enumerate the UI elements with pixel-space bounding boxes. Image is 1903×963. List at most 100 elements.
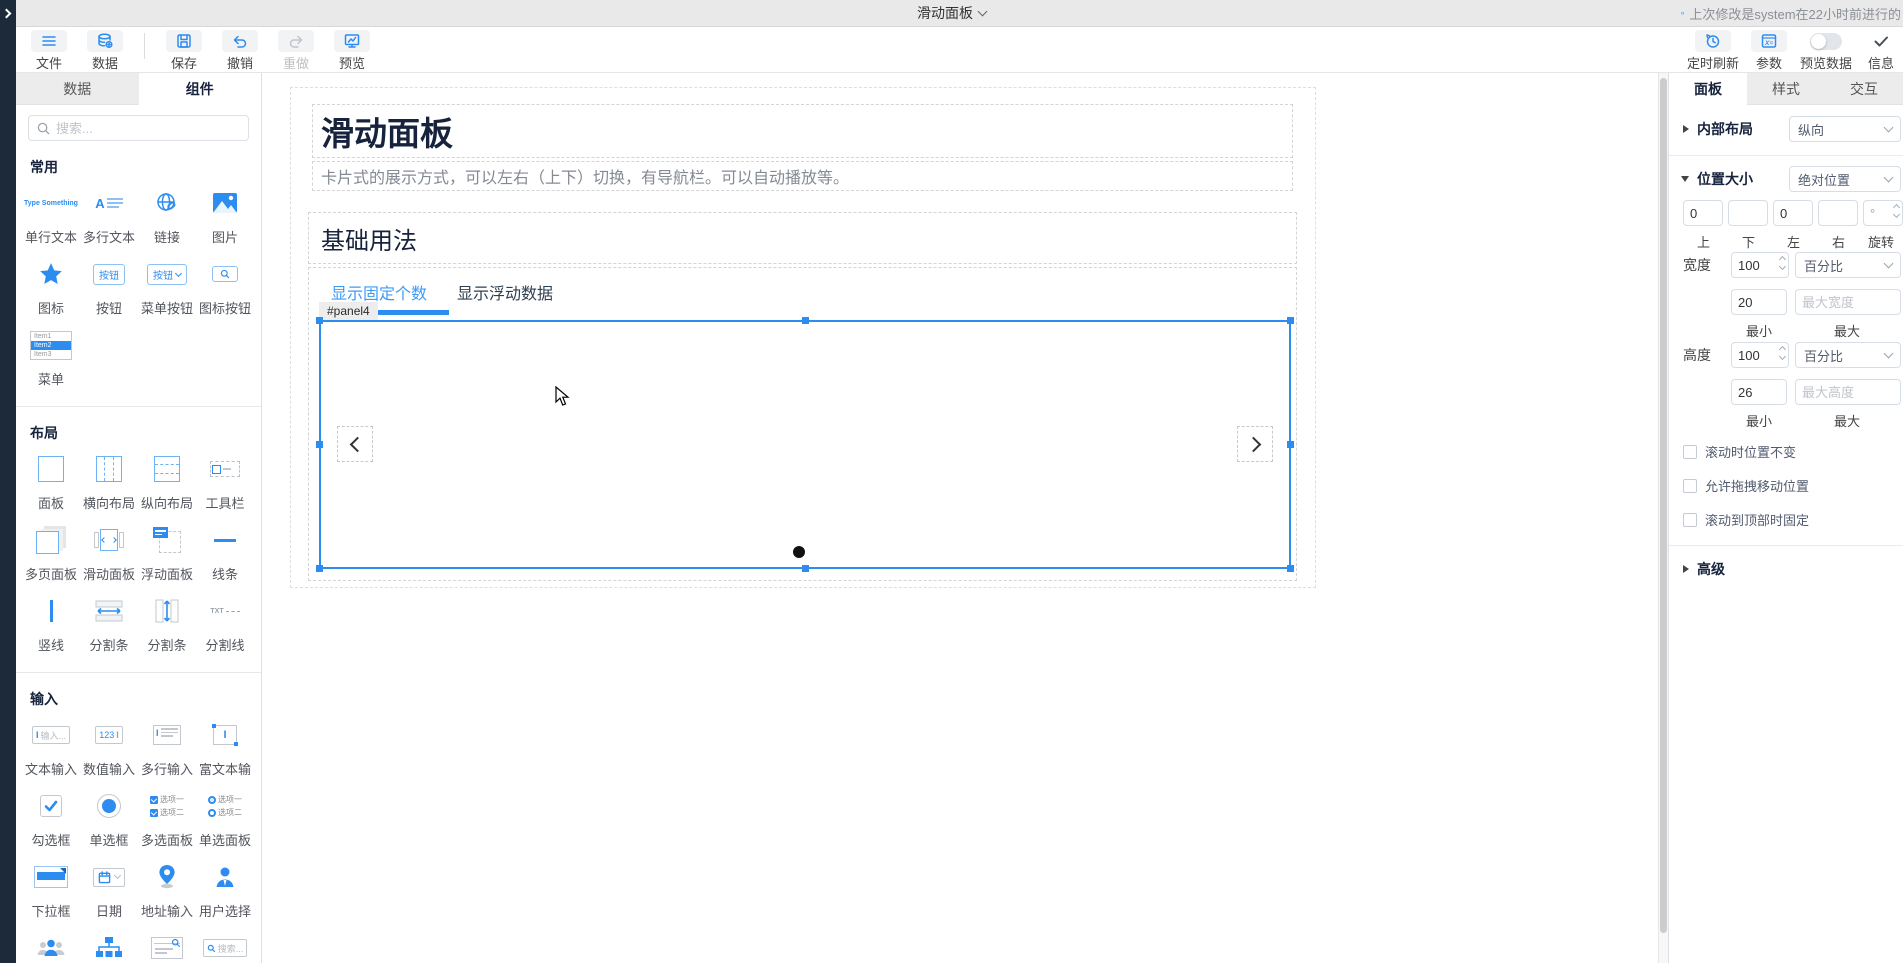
search-input[interactable] (56, 120, 226, 136)
checkbox-allow-drag[interactable]: 允许拖拽移动位置 (1683, 476, 1809, 495)
height-min-input[interactable] (1731, 379, 1787, 405)
resize-handle-ne[interactable] (1287, 317, 1294, 324)
component-item-richtext[interactable]: I 富文本输 (196, 711, 254, 782)
component-item-address[interactable]: 地址输入 (138, 853, 196, 924)
info-button[interactable]: 信息 (1861, 27, 1901, 72)
component-item-date[interactable]: 日期 (80, 853, 138, 924)
carousel-prev-button[interactable] (337, 426, 373, 462)
tab-style[interactable]: 样式 (1747, 73, 1825, 105)
timed-refresh-button[interactable]: 定时刷新 (1683, 27, 1743, 72)
component-item-panel[interactable]: 面板 (22, 445, 80, 516)
preview-data-toggle[interactable]: 预览数据 (1795, 27, 1857, 72)
component-item-multi-text[interactable]: A 多行文本 (80, 179, 138, 250)
checkbox-icon[interactable] (1683, 478, 1697, 493)
component-item-search-box[interactable]: 搜索... 搜索框 (196, 924, 254, 963)
component-item-line[interactable]: 线条 (196, 516, 254, 587)
width-max-input[interactable] (1795, 289, 1901, 315)
width-unit-select[interactable]: 百分比 (1795, 252, 1901, 278)
component-item-org-select[interactable]: 机构选择 (80, 924, 138, 963)
height-max-input[interactable] (1795, 379, 1901, 405)
component-item-check-panel[interactable]: 选项一 选项二 多选面板 (138, 782, 196, 853)
component-item-hsplitter[interactable]: 分割条 (80, 587, 138, 658)
component-item-icon-button[interactable]: 图标按钮 (196, 250, 254, 321)
resize-handle-s[interactable] (802, 565, 809, 572)
component-item-vline[interactable]: 竖线 (22, 587, 80, 658)
tabs-panel-block[interactable]: 显示固定个数 显示浮动数据 #panel4 (308, 267, 1297, 581)
document-title[interactable]: 滑动面板 (917, 3, 988, 23)
resize-handle-sw[interactable] (316, 565, 323, 572)
width-value-input[interactable] (1731, 252, 1789, 278)
toggle-switch-icon[interactable] (1810, 32, 1842, 50)
rotate-input[interactable]: ° (1863, 200, 1903, 226)
component-item-textarea[interactable]: I 多行输入 (138, 711, 196, 782)
expand-caret-icon[interactable] (1681, 176, 1689, 182)
carousel-next-button[interactable] (1237, 426, 1273, 462)
tab-fixed-count[interactable]: 显示固定个数 (331, 280, 427, 304)
component-item-checkbox[interactable]: 勾选框 (22, 782, 80, 853)
page-title-block[interactable]: 滑动面板 (312, 104, 1293, 158)
component-item-float-panel[interactable]: 浮动面板 (138, 516, 196, 587)
height-value-input[interactable] (1731, 342, 1789, 368)
undo-button[interactable]: 撤销 (215, 27, 265, 72)
section-heading-block[interactable]: 基础用法 (308, 212, 1297, 264)
position-mode-select[interactable]: 绝对位置 (1789, 166, 1901, 192)
component-item-vsplitter[interactable]: 分割条 (138, 587, 196, 658)
component-item-dropdown[interactable]: 下拉框 (22, 853, 80, 924)
tab-data[interactable]: 数据 (16, 73, 139, 105)
resize-handle-w[interactable] (316, 441, 323, 448)
checkbox-stick-top[interactable]: 滚动到顶部时固定 (1683, 510, 1809, 529)
resize-handle-se[interactable] (1287, 565, 1294, 572)
component-item-button[interactable]: 按钮 按钮 (80, 250, 138, 321)
expand-chevron-icon[interactable] (1, 8, 12, 19)
pos-right-input[interactable] (1818, 200, 1858, 226)
selected-slide-panel[interactable] (319, 320, 1291, 569)
collapse-caret-icon[interactable] (1683, 125, 1689, 133)
checkbox-icon[interactable] (1683, 512, 1697, 527)
component-item-user-select[interactable]: 用户选择 (196, 853, 254, 924)
component-item-dept-select[interactable]: 部门选择 (22, 924, 80, 963)
tab-panel-props[interactable]: 面板 (1669, 73, 1747, 105)
collapse-rail[interactable] (0, 0, 16, 963)
spinner-icon[interactable] (1778, 255, 1787, 271)
component-item-toolbar[interactable]: 工具栏 (196, 445, 254, 516)
file-button[interactable]: 文件 (24, 27, 74, 72)
advanced-row[interactable]: 高级 (1669, 557, 1903, 581)
component-item-hlayout[interactable]: 横向布局 (80, 445, 138, 516)
data-button[interactable]: 数据 (80, 27, 130, 72)
scrollbar-thumb[interactable] (1660, 78, 1667, 933)
component-item-quick-search[interactable]: 快速搜索 (138, 924, 196, 963)
pos-top-input[interactable] (1683, 200, 1723, 226)
resize-handle-e[interactable] (1287, 441, 1294, 448)
tab-interaction[interactable]: 交互 (1825, 73, 1903, 105)
component-item-vlayout[interactable]: 纵向布局 (138, 445, 196, 516)
component-search[interactable] (28, 115, 249, 141)
component-item-number-input[interactable]: 123 I 数值输入 (80, 711, 138, 782)
component-item-divider-line[interactable]: TXT 分割线 (196, 587, 254, 658)
design-canvas[interactable]: 滑动面板 卡片式的展示方式，可以左右（上下）切换，有导航栏。可以自动播放等。 基… (262, 73, 1658, 963)
redo-button[interactable]: 重做 (271, 27, 321, 72)
tab-components[interactable]: 组件 (138, 73, 261, 105)
component-item-text-input[interactable]: I 输入... 文本输入 (22, 711, 80, 782)
tab-floating-data[interactable]: 显示浮动数据 (457, 280, 553, 304)
spinner-icon[interactable] (1892, 203, 1901, 219)
component-item-radio-panel[interactable]: 选项一 选项二 单选面板 (196, 782, 254, 853)
canvas-scrollbar[interactable] (1658, 73, 1668, 963)
component-item-image[interactable]: 图片 (196, 179, 254, 250)
height-unit-select[interactable]: 百分比 (1795, 342, 1901, 368)
component-item-menu[interactable]: Item1 Item2 Item3 菜单 (22, 321, 80, 392)
resize-handle-n[interactable] (802, 317, 809, 324)
component-item-radio[interactable]: 单选框 (80, 782, 138, 853)
component-item-single-text[interactable]: Type Something 单行文本 (22, 179, 80, 250)
preview-button[interactable]: 预览 (327, 27, 377, 72)
checkbox-icon[interactable] (1683, 444, 1697, 459)
pos-left-input[interactable] (1773, 200, 1813, 226)
page-description-block[interactable]: 卡片式的展示方式，可以左右（上下）切换，有导航栏。可以自动播放等。 (312, 161, 1293, 191)
component-item-icon[interactable]: 图标 (22, 250, 80, 321)
width-min-input[interactable] (1731, 289, 1787, 315)
inner-layout-select[interactable]: 纵向 (1789, 116, 1901, 142)
carousel-dot-indicator[interactable] (793, 546, 805, 558)
resize-handle-nw[interactable] (316, 317, 323, 324)
component-item-link[interactable]: 链接 (138, 179, 196, 250)
params-button[interactable]: X= 参数 (1747, 27, 1791, 72)
component-item-multipage-panel[interactable]: 多页面板 (22, 516, 80, 587)
